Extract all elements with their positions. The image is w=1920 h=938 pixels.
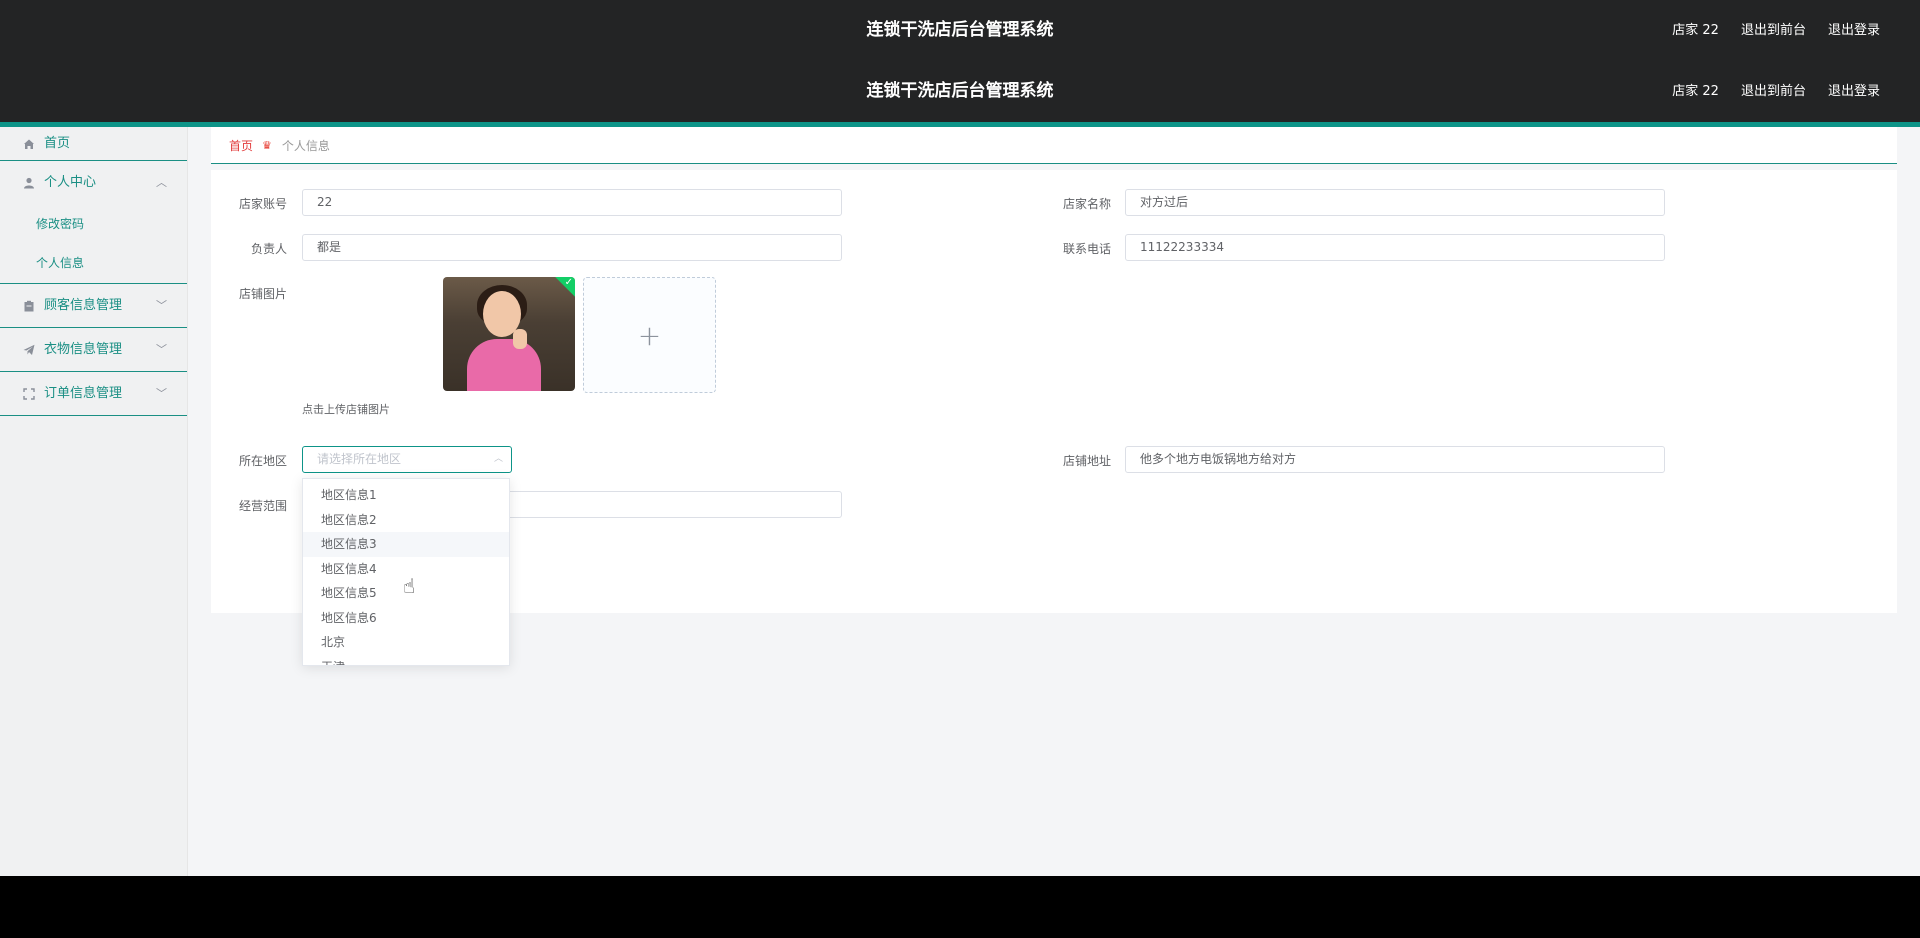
profile-form: 店家账号 22 店家名称 对方过后 负责人 都是 联系电话 1112223333… — [211, 170, 1897, 666]
manager-label: 负责人 — [250, 242, 287, 256]
region-placeholder: 请选择所在地区 — [317, 452, 402, 466]
region-option[interactable]: 地区信息2 — [303, 508, 509, 533]
app-header: 连锁干洗店后台管理系统 店家 22 退出到前台 退出登录 — [0, 61, 1920, 122]
breadcrumb-home-link[interactable]: 首页 — [229, 137, 253, 154]
crown-icon: ♛ — [262, 138, 272, 152]
home-icon — [22, 137, 36, 151]
top-bar: 连锁干洗店后台管理系统 店家 22 退出到前台 退出登录 — [0, 0, 1920, 61]
sidebar-item-change-password[interactable]: 修改密码 — [0, 205, 187, 244]
breadcrumb-current: 个人信息 — [281, 138, 330, 153]
account-label: 店家账号 — [238, 197, 287, 211]
region-select[interactable]: 请选择所在地区 ︿ — [302, 446, 512, 473]
system-title: 连锁干洗店后台管理系统 — [866, 81, 1054, 101]
sidebar-item-personal-center[interactable]: 个人中心 ︿ — [0, 161, 187, 205]
shop-name-label: 店家名称 — [1062, 197, 1111, 211]
personal-center-submenu: 修改密码 个人信息 — [0, 205, 187, 284]
region-label: 所在地区 — [238, 454, 287, 468]
region-option[interactable]: 北京 — [303, 630, 509, 655]
photo-hand — [513, 329, 527, 349]
manager-field[interactable]: 都是 — [302, 234, 842, 261]
breadcrumb: 首页 ♛ 个人信息 — [211, 127, 1897, 164]
phone-label: 联系电话 — [1062, 242, 1111, 256]
shop-name-field[interactable]: 对方过后 — [1125, 189, 1665, 216]
sidebar-item-label: 个人中心 — [44, 175, 97, 190]
region-option[interactable]: 地区信息3 — [303, 532, 509, 557]
current-user: 店家 22 — [1672, 23, 1719, 38]
chevron-up-icon: ︿ — [156, 176, 167, 189]
plus-icon: + — [637, 318, 662, 352]
header-front-link[interactable]: 退出到前台 — [1741, 61, 1806, 122]
sidebar-item-personal-info[interactable]: 个人信息 — [0, 244, 187, 283]
chevron-down-icon: ﹀ — [156, 299, 167, 312]
exit-to-front-link[interactable]: 退出到前台 — [1741, 0, 1806, 61]
header-logout-link[interactable]: 退出登录 — [1828, 61, 1880, 122]
paper-plane-icon — [22, 343, 36, 357]
account-field[interactable]: 22 — [302, 189, 842, 216]
region-option[interactable]: 地区信息6 — [303, 606, 509, 631]
region-option[interactable]: 地区信息1 — [303, 483, 509, 508]
sidebar-item-label: 首页 — [44, 135, 71, 151]
sidebar: 首页 个人中心 ︿ 修改密码 个人信息 顾客信息管理 ﹀ 衣物信息管理 ﹀ 订单… — [0, 127, 188, 876]
chevron-up-icon: ︿ — [493, 454, 503, 464]
main-content: 首页 ♛ 个人信息 店家账号 22 店家名称 对方过后 负责人 都是 联系电话 … — [211, 127, 1897, 666]
sidebar-item-home[interactable]: 首页 — [0, 127, 187, 161]
app-frame: 连锁干洗店后台管理系统 店家 22 退出到前台 退出登录 首页 个人中心 ︿ 修… — [0, 61, 1920, 876]
sidebar-item-order-mgmt[interactable]: 订单信息管理 ﹀ — [0, 372, 187, 416]
upload-hint: 点击上传店铺图片 — [302, 403, 390, 416]
sidebar-item-label: 顾客信息管理 — [44, 297, 123, 313]
photo-body — [467, 339, 541, 391]
expand-icon — [22, 387, 36, 401]
address-label: 店铺地址 — [1062, 454, 1111, 468]
sidebar-item-label: 订单信息管理 — [44, 385, 123, 401]
chevron-down-icon: ﹀ — [156, 343, 167, 356]
header-actions: 店家 22 退出到前台 退出登录 — [1672, 0, 1880, 61]
logout-link[interactable]: 退出登录 — [1828, 0, 1880, 61]
user-icon — [22, 176, 36, 190]
clipboard-icon — [22, 299, 36, 313]
image-upload-button[interactable]: + — [583, 277, 716, 393]
region-dropdown: 地区信息1 地区信息2 地区信息3 地区信息4 地区信息5 地区信息6 北京 天… — [302, 478, 510, 666]
check-icon: ✓ — [564, 277, 573, 288]
region-option[interactable]: 天津 — [303, 655, 509, 666]
scope-label: 经营范围 — [238, 499, 287, 513]
phone-field[interactable]: 11122233334 — [1125, 234, 1665, 261]
sidebar-item-label: 衣物信息管理 — [44, 341, 123, 357]
pointer-hand-icon: ☝ — [403, 574, 416, 598]
app-title: 连锁干洗店后台管理系统 — [866, 20, 1054, 40]
sidebar-item-customer-mgmt[interactable]: 顾客信息管理 ﹀ — [0, 284, 187, 328]
address-field[interactable]: 他多个地方电饭锅地方给对方 — [1125, 446, 1665, 473]
header-user: 店家 22 — [1672, 84, 1719, 99]
app-header-actions: 店家 22 退出到前台 退出登录 — [1672, 61, 1880, 122]
sidebar-item-clothes-mgmt[interactable]: 衣物信息管理 ﹀ — [0, 328, 187, 372]
shop-image-label: 店铺图片 — [238, 287, 287, 301]
chevron-down-icon: ﹀ — [156, 387, 167, 400]
shop-image-thumbnail[interactable]: ✓ — [443, 277, 575, 391]
